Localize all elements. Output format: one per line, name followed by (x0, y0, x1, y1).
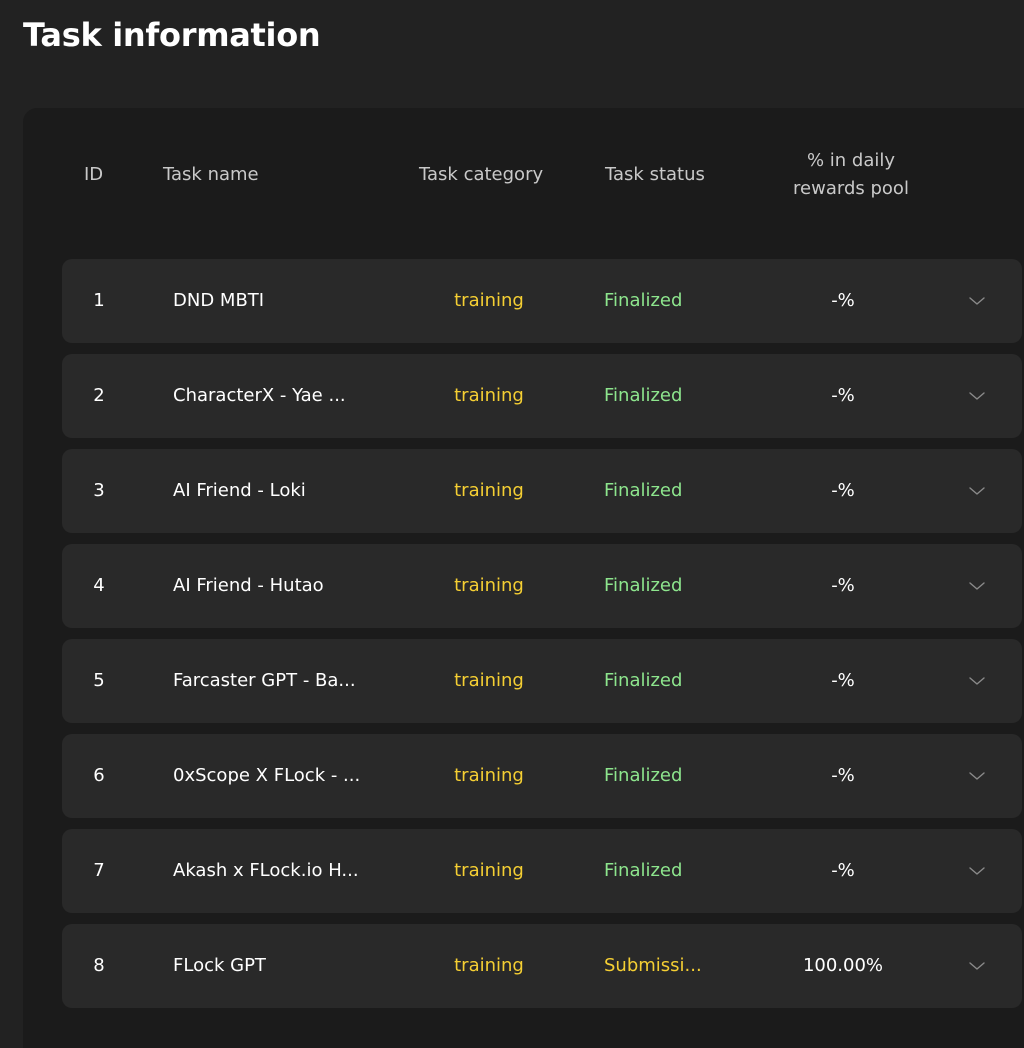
task-category: training (454, 955, 524, 976)
rewards-pool-percent: -% (831, 480, 855, 501)
task-status: Finalized (604, 670, 683, 691)
task-id: 3 (93, 480, 105, 501)
task-status: Submissi... (604, 955, 702, 976)
task-status: Finalized (604, 480, 683, 501)
column-header-rewards-pool: % in daily rewards pool (771, 147, 931, 203)
rewards-pool-percent: -% (831, 385, 855, 406)
expand-row-button[interactable] (960, 544, 994, 628)
task-id: 1 (93, 290, 105, 311)
column-header-task-status: Task status (605, 164, 705, 185)
rewards-pool-percent: -% (831, 575, 855, 596)
rewards-pool-percent: -% (831, 670, 855, 691)
chevron-down-icon[interactable] (968, 672, 986, 690)
column-header-task-name: Task name (163, 164, 259, 185)
rewards-pool-percent: -% (831, 860, 855, 881)
task-category: training (454, 670, 524, 691)
task-name: Akash x FLock.io H... (173, 860, 359, 881)
expand-row-button[interactable] (960, 449, 994, 533)
table-row[interactable]: 7 Akash x FLock.io H... training Finalized -… (62, 829, 1022, 913)
rewards-pool-percent: -% (831, 290, 855, 311)
task-name: AI Friend - Hutao (173, 575, 324, 596)
expand-row-button[interactable] (960, 734, 994, 818)
page-title: Task information (23, 16, 321, 54)
task-status: Finalized (604, 575, 683, 596)
table-row[interactable]: 6 0xScope X FLock - ... training Finalized -… (62, 734, 1022, 818)
chevron-down-icon[interactable] (968, 862, 986, 880)
rewards-pool-percent: -% (831, 765, 855, 786)
expand-row-button[interactable] (960, 259, 994, 343)
expand-row-button[interactable] (960, 924, 994, 1008)
task-name: 0xScope X FLock - ... (173, 765, 361, 786)
table-row[interactable]: 2 CharacterX - Yae ... training Finalized -% (62, 354, 1022, 438)
task-category: training (454, 290, 524, 311)
task-category: training (454, 765, 524, 786)
chevron-down-icon[interactable] (968, 957, 986, 975)
task-id: 7 (93, 860, 105, 881)
column-header-id: ID (84, 164, 104, 185)
task-category: training (454, 385, 524, 406)
chevron-down-icon[interactable] (968, 292, 986, 310)
column-header-rewards-pool-line1: % in daily (806, 150, 896, 171)
table-row[interactable]: 8 FLock GPT training Submissi... 100.00% (62, 924, 1022, 1008)
task-status: Finalized (604, 290, 683, 311)
expand-row-button[interactable] (960, 639, 994, 723)
table-row[interactable]: 4 AI Friend - Hutao training Finalized -% (62, 544, 1022, 628)
task-category: training (454, 860, 524, 881)
task-name: Farcaster GPT - Ba... (173, 670, 356, 691)
table-row[interactable]: 1 DND MBTI training Finalized -% (62, 259, 1022, 343)
task-category: training (454, 575, 524, 596)
task-id: 4 (93, 575, 105, 596)
chevron-down-icon[interactable] (968, 482, 986, 500)
task-name: DND MBTI (173, 290, 265, 311)
task-status: Finalized (604, 860, 683, 881)
task-id: 2 (93, 385, 105, 406)
task-id: 5 (93, 670, 105, 691)
task-name: FLock GPT (173, 955, 266, 976)
task-id: 6 (93, 765, 105, 786)
expand-row-button[interactable] (960, 354, 994, 438)
task-table: ID Task name Task category Task status %… (23, 108, 1024, 1048)
task-name: AI Friend - Loki (173, 480, 306, 501)
task-id: 8 (93, 955, 105, 976)
task-status: Finalized (604, 765, 683, 786)
expand-row-button[interactable] (960, 829, 994, 913)
task-category: training (454, 480, 524, 501)
chevron-down-icon[interactable] (968, 387, 986, 405)
table-row[interactable]: 3 AI Friend - Loki training Finalized -% (62, 449, 1022, 533)
column-header-rewards-pool-line2: rewards pool (793, 178, 909, 199)
chevron-down-icon[interactable] (968, 577, 986, 595)
rewards-pool-percent: 100.00% (802, 955, 884, 976)
chevron-down-icon[interactable] (968, 767, 986, 785)
task-status: Finalized (604, 385, 683, 406)
table-row[interactable]: 5 Farcaster GPT - Ba... training Finalized -… (62, 639, 1022, 723)
column-header-task-category: Task category (419, 164, 544, 185)
task-name: CharacterX - Yae ... (173, 385, 346, 406)
